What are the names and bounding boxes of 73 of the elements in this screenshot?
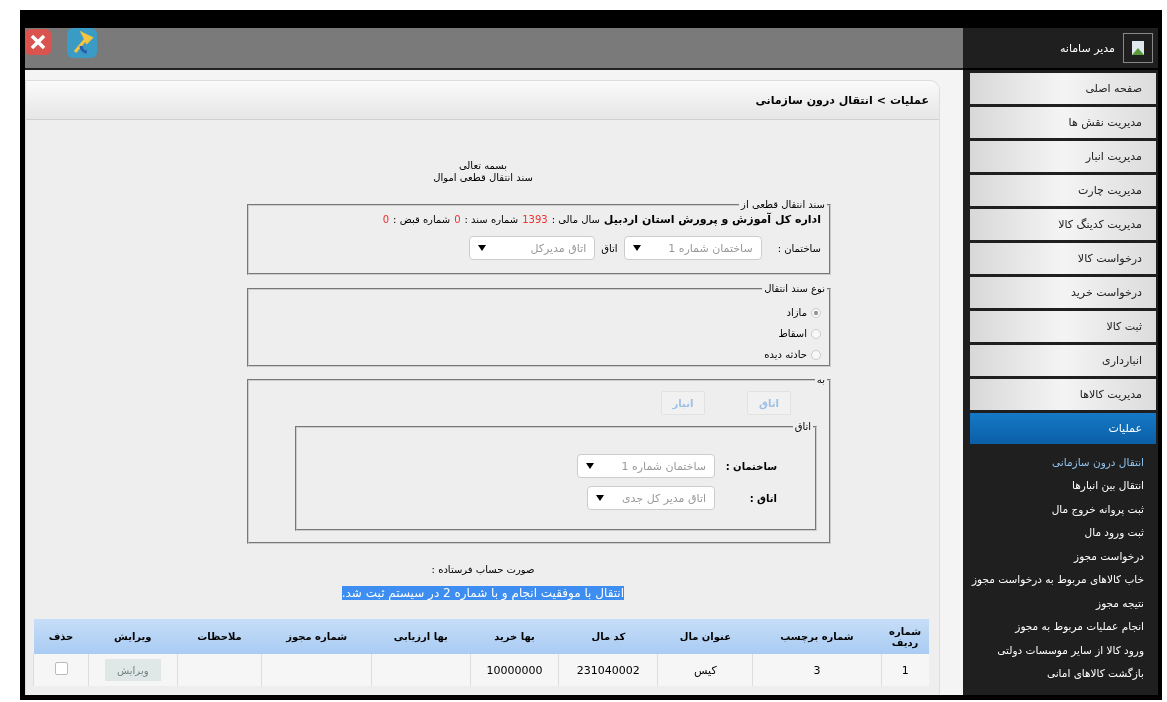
- organization-name: اداره کل آموزش و پرورش استان اردبیل: [603, 213, 821, 226]
- radio-label: اسقاط: [778, 328, 807, 339]
- close-icon[interactable]: [25, 28, 51, 56]
- sidebar-item[interactable]: درخواست خرید: [970, 277, 1156, 308]
- column-header: حذف: [48, 631, 74, 642]
- sidebar-item[interactable]: مدیریت انبار: [970, 141, 1156, 172]
- field-label: سال مالی :: [551, 214, 600, 225]
- field-label: اتاق :: [748, 492, 778, 504]
- field-label: اتاق: [601, 242, 618, 254]
- sidebar-item[interactable]: صفحه اصلی: [970, 73, 1156, 104]
- sidebar-item[interactable]: عملیات: [970, 413, 1156, 444]
- field-label: شماره قبض :: [393, 214, 451, 225]
- table-cell: 1: [881, 654, 929, 686]
- column-header: شماره مجوز: [286, 631, 348, 642]
- sidebar-item[interactable]: ثبت کالا: [970, 311, 1156, 342]
- submenu-item[interactable]: انتقال درون سازمانی: [963, 450, 1158, 474]
- column-header: ویرایش: [114, 631, 152, 642]
- radio-button[interactable]: [811, 307, 821, 318]
- group-legend: به: [814, 374, 827, 385]
- radio-label: مازاد: [786, 307, 807, 318]
- sidebar-item[interactable]: درخواست کالا: [970, 243, 1156, 274]
- column-header: ملاحظات: [197, 631, 242, 642]
- heading-text: سند انتقال قطعی اموال: [432, 172, 534, 184]
- column-header: بها خرید: [494, 631, 535, 642]
- field-label: شماره سند :: [464, 214, 519, 225]
- radio-label: حادثه دیده: [764, 349, 807, 360]
- caret-icon: [478, 245, 487, 251]
- success-message: انتقال با موفقیت انجام و با شماره 2 در سیستم ثبت شد.: [341, 586, 624, 600]
- breadcrumb-current: انتقال درون سازمانی: [755, 93, 873, 107]
- table-cell: 10000000: [470, 654, 559, 686]
- submenu-item[interactable]: درخواست مجوز: [963, 544, 1158, 568]
- radio-button[interactable]: [811, 328, 821, 339]
- breadcrumb-link[interactable]: عملیات: [889, 93, 929, 107]
- submenu-item[interactable]: ثبت ورود مال: [963, 520, 1158, 544]
- group-legend: نوع سند انتقال: [762, 283, 827, 294]
- field-label: ساختمان :: [777, 242, 821, 254]
- table-cell: 231040002: [558, 654, 658, 686]
- caret-icon: [586, 463, 594, 469]
- table-cell: 3: [752, 654, 881, 686]
- sidebar-item[interactable]: انبارداری: [970, 345, 1156, 376]
- sidebar-item[interactable]: مدیریت نقش ها: [970, 107, 1156, 138]
- breadcrumb-separator: >: [876, 93, 886, 107]
- submenu-item[interactable]: انجام عملیات مربوط به مجوز: [963, 614, 1158, 638]
- table-cell: کیس: [657, 654, 753, 686]
- submenu-item[interactable]: ورود کالا از سایر موسسات دولتی: [963, 638, 1158, 662]
- column-header: عنوان مال: [679, 631, 731, 642]
- document-number-value: 0: [454, 214, 461, 225]
- group-legend: اتاق: [792, 421, 813, 432]
- submenu-item[interactable]: ثبت پروانه خروج مال: [963, 497, 1158, 521]
- caret-icon: [596, 495, 604, 501]
- broken-image-icon: [1123, 33, 1153, 63]
- radio-button[interactable]: [811, 349, 821, 360]
- submenu-item[interactable]: بازگشت کالاهای امانی: [963, 661, 1158, 685]
- invoice-label: صورت حساب فرستاده :: [430, 564, 536, 575]
- field-label: ساختمان :: [724, 460, 778, 472]
- receipt-number-value: 0: [382, 214, 390, 225]
- column-header: شماره برچسب: [780, 631, 854, 642]
- column-header: بها ارزیابی: [393, 631, 448, 642]
- group-legend: سند انتقال قطعی از: [739, 199, 827, 210]
- heading-text: بسمه تعالی: [457, 160, 509, 172]
- submenu-item[interactable]: خاب کالاهای مربوط به درخواست مجوز: [963, 567, 1158, 591]
- caret-icon: [632, 245, 641, 251]
- tools-icon[interactable]: [65, 28, 99, 58]
- submenu-item[interactable]: انتقال بین انبارها: [963, 473, 1158, 497]
- submenu-item[interactable]: نتیجه مجوز: [963, 591, 1158, 615]
- column-header: شماره ردیف: [889, 625, 921, 648]
- user-name: مدیر سامانه: [1059, 41, 1115, 55]
- fiscal-year-value: 1393: [522, 214, 548, 225]
- sidebar-item[interactable]: مدیریت کالاها: [970, 379, 1156, 410]
- sidebar-item[interactable]: مدیریت کدینگ کالا: [970, 209, 1156, 240]
- delete-checkbox[interactable]: [54, 662, 68, 675]
- sidebar-item[interactable]: مدیریت چارت: [970, 175, 1156, 206]
- column-header: کد مال: [591, 631, 626, 642]
